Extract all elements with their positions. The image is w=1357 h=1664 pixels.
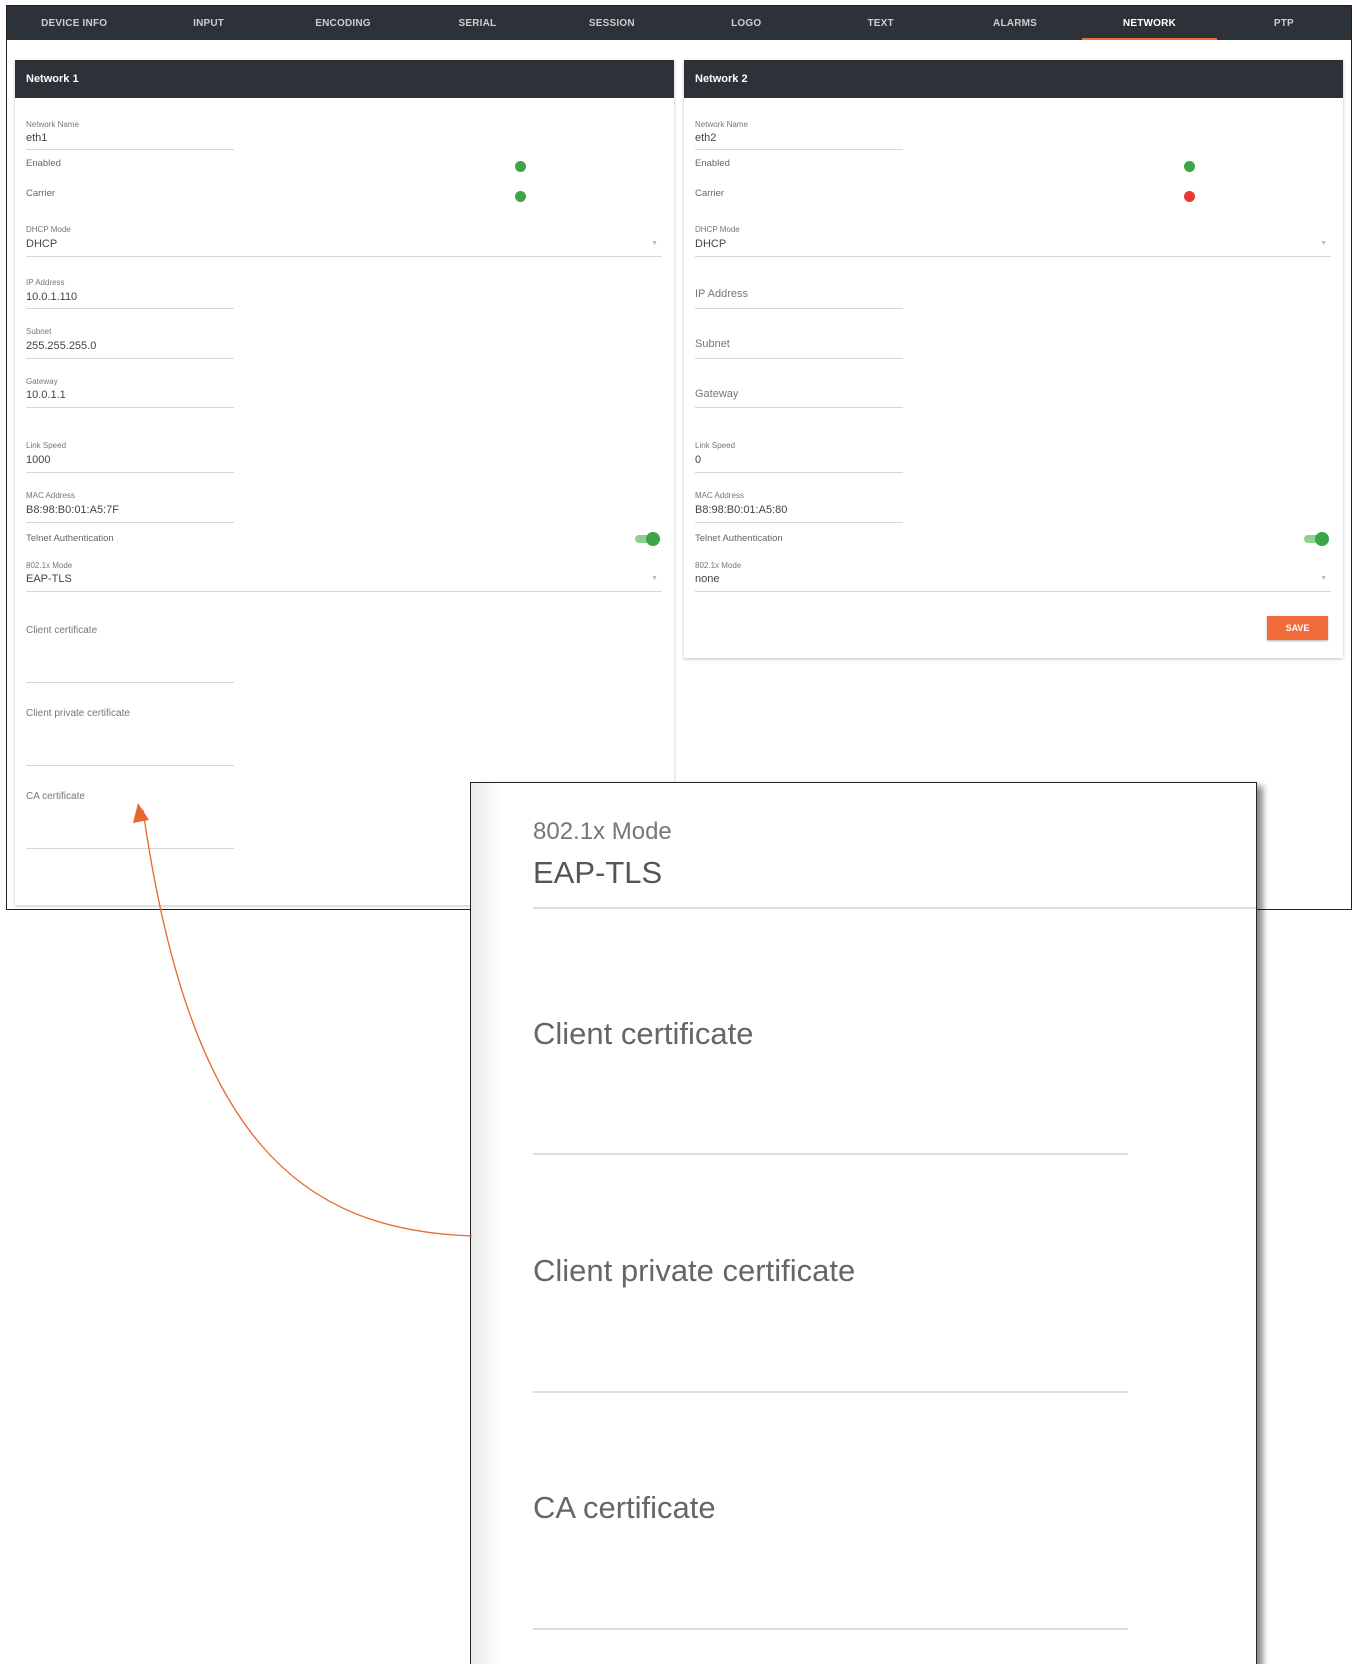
arrowhead-icon (133, 803, 149, 823)
callout-arrow (133, 803, 473, 1237)
arrow-line (142, 809, 473, 1237)
